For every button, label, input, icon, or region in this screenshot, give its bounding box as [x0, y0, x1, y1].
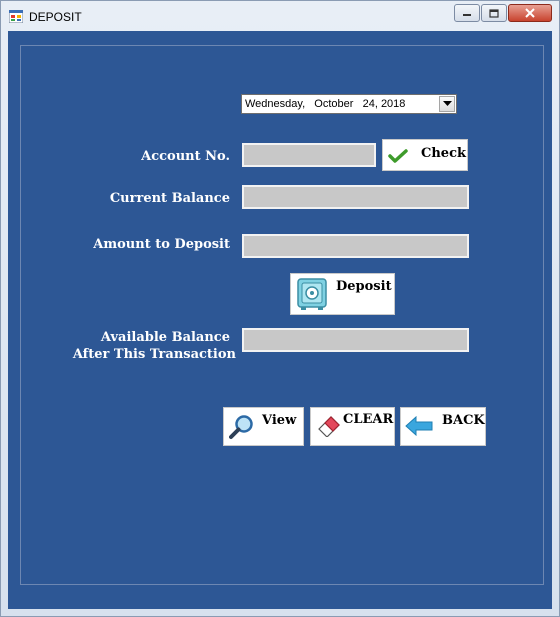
clear-button-label: CLEAR	[343, 412, 394, 427]
back-button[interactable]: BACK	[400, 407, 486, 446]
clear-button[interactable]: CLEAR	[310, 407, 395, 446]
title-bar: DEPOSIT	[1, 1, 559, 31]
account-no-label: Account No.	[141, 149, 230, 164]
back-arrow-icon	[405, 416, 433, 436]
view-button-label: View	[262, 413, 297, 428]
eraser-icon	[318, 416, 340, 437]
app-icon	[9, 10, 23, 23]
amount-to-deposit-field[interactable]	[242, 234, 469, 258]
check-button[interactable]: Check	[382, 139, 468, 171]
current-balance-field[interactable]	[242, 185, 469, 209]
available-balance-field[interactable]	[242, 328, 469, 352]
available-balance-label: Available Balance	[100, 330, 230, 345]
close-icon	[525, 8, 535, 18]
chevron-down-icon	[442, 101, 452, 106]
deposit-groupbox	[20, 45, 544, 585]
window-title: DEPOSIT	[29, 10, 82, 24]
close-button[interactable]	[508, 4, 552, 22]
maximize-icon	[489, 8, 499, 18]
minimize-icon	[463, 14, 471, 16]
date-dropdown-button[interactable]	[439, 96, 455, 112]
amount-to-deposit-input[interactable]	[244, 236, 467, 256]
current-balance-label: Current Balance	[109, 191, 230, 206]
magnifier-icon	[229, 415, 253, 439]
check-button-label: Check	[421, 146, 466, 161]
after-transaction-label: After This Transaction	[72, 347, 236, 362]
date-picker-value: Wednesday, October 24, 2018	[245, 98, 406, 110]
maximize-button[interactable]	[481, 4, 507, 22]
deposit-window: DEPOSIT Wednesday, October 24, 2018 Acco…	[0, 0, 560, 617]
account-no-field[interactable]	[242, 143, 376, 167]
deposit-button[interactable]: Deposit	[290, 273, 395, 315]
date-picker[interactable]: Wednesday, October 24, 2018	[241, 94, 457, 114]
checkmark-icon	[388, 149, 408, 163]
back-button-label: BACK	[442, 413, 485, 428]
amount-to-deposit-label: Amount to Deposit	[93, 237, 230, 252]
form-client-area: Wednesday, October 24, 2018 Account No. …	[8, 31, 552, 609]
account-no-input[interactable]	[244, 145, 374, 165]
current-balance-input[interactable]	[244, 187, 467, 207]
view-button[interactable]: View	[223, 407, 304, 446]
safe-icon	[297, 278, 327, 310]
available-balance-input[interactable]	[244, 330, 467, 350]
minimize-button[interactable]	[454, 4, 480, 22]
deposit-button-label: Deposit	[336, 279, 392, 294]
